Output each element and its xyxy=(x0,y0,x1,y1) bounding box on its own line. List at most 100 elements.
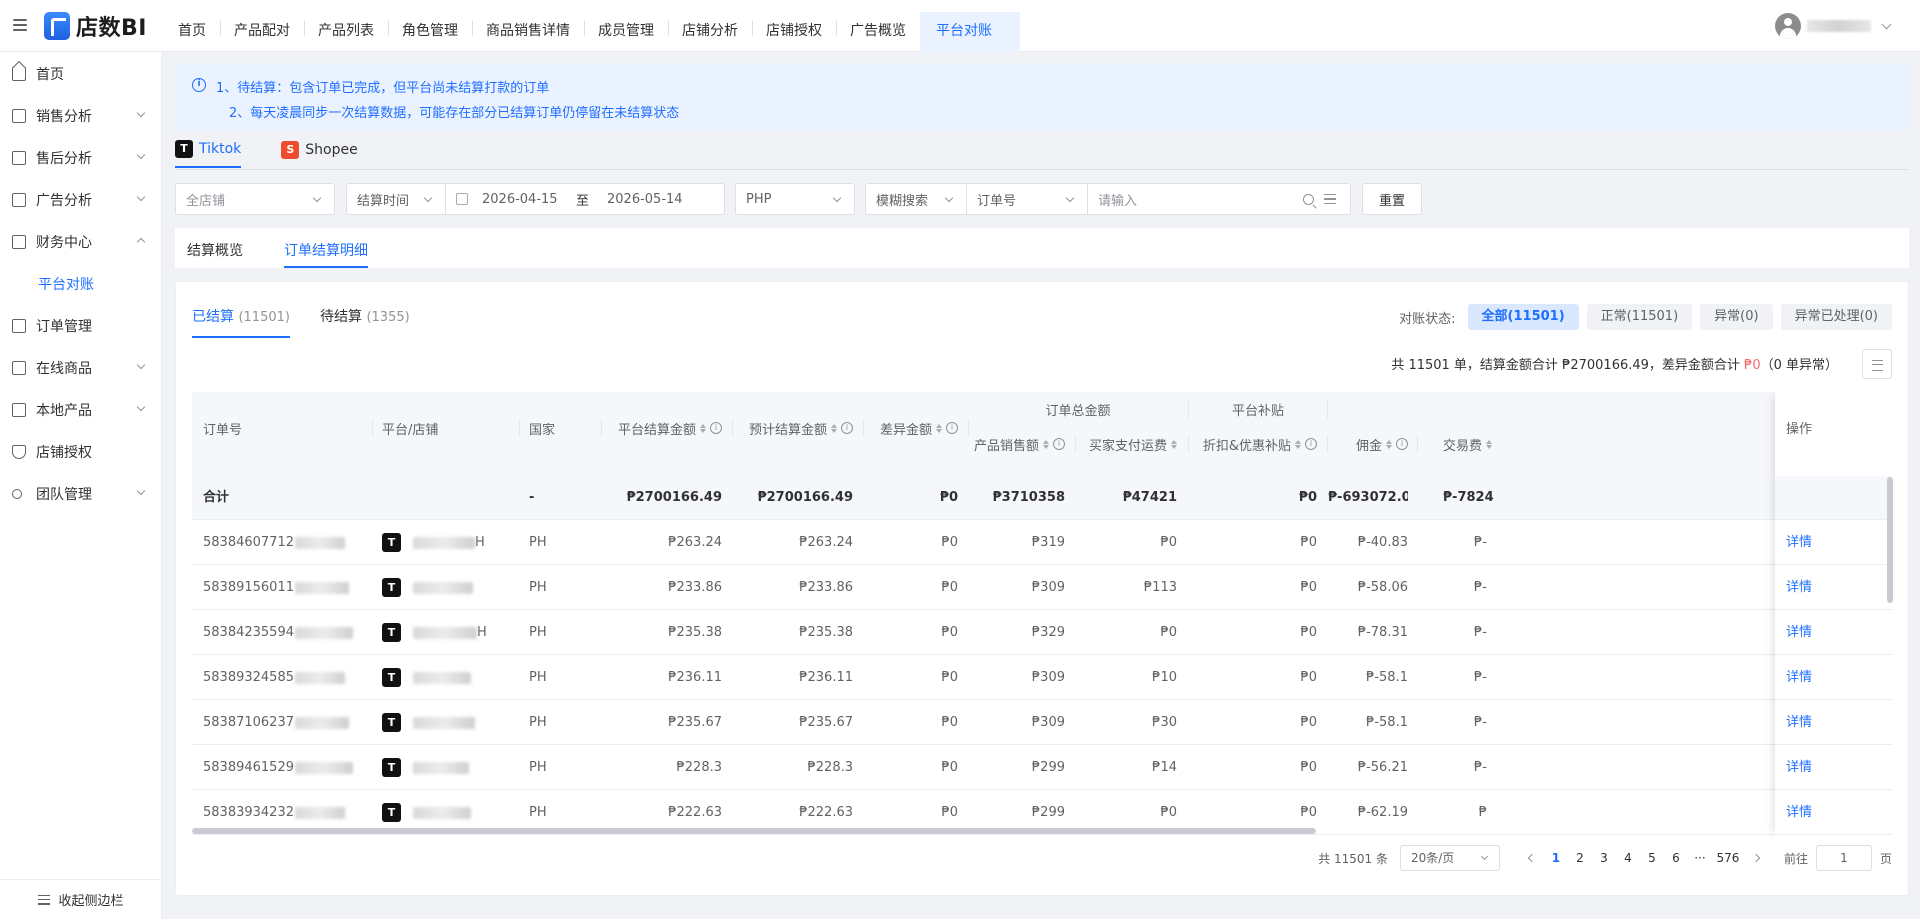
vertical-scrollbar[interactable] xyxy=(1887,477,1893,603)
tab-tiktok[interactable]: T Tiktok xyxy=(175,140,242,168)
page-3[interactable]: 3 xyxy=(1592,845,1616,871)
goto-page-input[interactable]: 1 xyxy=(1815,845,1872,871)
date-range-picker[interactable]: 2026-04-15 至 2026-05-14 xyxy=(445,183,725,215)
menu-toggle-icon[interactable] xyxy=(12,17,28,33)
detail-link[interactable]: 详情 xyxy=(1786,715,1812,730)
sidebar-item-after-sales[interactable]: 售后分析 xyxy=(0,137,162,179)
order-no-cell[interactable]: 58387106237 xyxy=(203,700,363,745)
detail-link[interactable]: 详情 xyxy=(1786,535,1812,550)
sidebar-item-order-management[interactable]: 订单管理 xyxy=(0,305,162,347)
sidebar-item-local-products[interactable]: 本地产品 xyxy=(0,389,162,431)
order-no-cell[interactable]: 58389324585 xyxy=(203,655,363,700)
prev-page-button[interactable] xyxy=(1520,845,1544,871)
reset-button[interactable]: 重置 xyxy=(1362,183,1422,215)
th-diff[interactable]: 差异金额 i xyxy=(864,418,958,438)
sidebar-item-online-products[interactable]: 在线商品 xyxy=(0,347,162,389)
th-transaction-fee[interactable]: 交易费 xyxy=(1443,434,1492,454)
top-nav-ad-overview[interactable]: 广告概览 xyxy=(836,12,920,52)
sidebar-subitem-platform-reconciliation[interactable]: 平台对账 xyxy=(0,263,162,305)
store-select[interactable]: 全店铺 xyxy=(175,183,335,215)
tab-shopee[interactable]: S Shopee xyxy=(281,140,358,168)
search-input[interactable]: 请输入 xyxy=(1087,183,1351,215)
sidebar-item-finance-center[interactable]: 财务中心 xyxy=(0,221,162,263)
discount-subsidy-cell: ₱0 xyxy=(1300,760,1317,775)
page-last[interactable]: 576 xyxy=(1712,845,1744,871)
country-cell: PH xyxy=(529,535,547,550)
horizontal-scrollbar[interactable] xyxy=(192,828,1316,834)
top-nav-product-pairing[interactable]: 产品配对 xyxy=(220,12,304,52)
page-6[interactable]: 6 xyxy=(1664,845,1688,871)
order-no-cell[interactable]: 58389156011 xyxy=(203,565,363,610)
order-no-cell[interactable]: 58384607712 xyxy=(203,520,363,565)
page-1[interactable]: 1 xyxy=(1544,845,1568,871)
diff-cell: ₱0 xyxy=(941,760,958,775)
sidebar-item-label: 售后分析 xyxy=(36,151,92,167)
top-nav-store-authorization[interactable]: 店铺授权 xyxy=(752,12,836,52)
order-no-cell[interactable]: 58389461529 xyxy=(203,745,363,790)
recon-chip-abnormal[interactable]: 异常(0) xyxy=(1700,304,1773,330)
search-icon[interactable] xyxy=(1303,194,1314,205)
brand-logo[interactable]: 店数BI xyxy=(44,11,147,41)
tab-settled[interactable]: 已结算 (11501) xyxy=(192,306,290,338)
order-no-redacted xyxy=(294,671,345,684)
recon-chip-all[interactable]: 全部(11501) xyxy=(1467,304,1579,330)
summary-diff: ₱0 xyxy=(1744,358,1761,373)
batch-input-icon[interactable] xyxy=(1324,194,1336,204)
top-nav-role-management[interactable]: 角色管理 xyxy=(388,12,472,52)
page-4[interactable]: 4 xyxy=(1616,845,1640,871)
product-sales-cell: ₱309 xyxy=(1031,580,1065,595)
next-page-button[interactable] xyxy=(1744,845,1768,871)
top-nav-store-analysis[interactable]: 店铺分析 xyxy=(668,12,752,52)
search-field-select[interactable]: 订单号 xyxy=(966,183,1088,215)
user-menu[interactable] xyxy=(1775,13,1892,39)
detail-link[interactable]: 详情 xyxy=(1786,625,1812,640)
platform-store-cell: TH xyxy=(382,610,512,655)
sidebar-item-ad-analysis[interactable]: 广告分析 xyxy=(0,179,162,221)
column-settings-icon[interactable] xyxy=(1862,349,1892,379)
sidebar-item-team-management[interactable]: 团队管理 xyxy=(0,473,162,515)
page-size-select[interactable]: 20条/页 xyxy=(1399,845,1500,871)
sidebar-item-store-authorization[interactable]: 店铺授权 xyxy=(0,431,162,473)
tab-settlement-overview[interactable]: 结算概览 xyxy=(187,228,243,268)
th-discount-subsidy[interactable]: 折扣&优惠补贴 i xyxy=(1189,434,1317,454)
detail-link[interactable]: 详情 xyxy=(1786,670,1812,685)
th-expected-settle[interactable]: 预计结算金额 i xyxy=(733,418,853,438)
sidebar-item-sales-analysis[interactable]: 销售分析 xyxy=(0,95,162,137)
total-expected-settle: ₱2700166.49 xyxy=(757,490,853,505)
store-name-tail: H xyxy=(475,535,485,550)
recon-chip-abnormal-handled[interactable]: 异常已处理(0) xyxy=(1780,304,1892,330)
top-nav-product-list[interactable]: 产品列表 xyxy=(304,12,388,52)
time-type-select[interactable]: 结算时间 xyxy=(346,183,446,215)
top-nav-platform-reconciliation[interactable]: 平台对账 xyxy=(920,12,1020,52)
detail-link[interactable]: 详情 xyxy=(1786,580,1812,595)
th-commission[interactable]: 佣金 i xyxy=(1328,434,1408,454)
th-product-sales[interactable]: 产品销售额 i xyxy=(969,434,1065,454)
top-nav-home[interactable]: 首页 xyxy=(164,12,220,52)
currency-select[interactable]: PHP xyxy=(735,183,855,215)
detail-link[interactable]: 详情 xyxy=(1786,760,1812,775)
action-cell: 详情 xyxy=(1775,610,1892,655)
tab-pending[interactable]: 待结算 (1355) xyxy=(320,306,410,338)
collapse-sidebar-button[interactable]: 收起侧边栏 xyxy=(0,879,162,919)
sidebar-item-home[interactable]: 首页 xyxy=(0,53,162,95)
order-no-cell[interactable]: 58384235594 xyxy=(203,610,363,655)
th-platform-settle[interactable]: 平台结算金额 i xyxy=(602,418,722,438)
search-mode-select[interactable]: 模糊搜索 xyxy=(865,183,967,215)
expected-settle-cell: ₱263.24 xyxy=(799,535,853,550)
transaction-fee-cell: ₱- xyxy=(1474,715,1487,730)
detail-link[interactable]: 详情 xyxy=(1786,805,1812,820)
expected-settle-cell: ₱235.38 xyxy=(799,625,853,640)
th-buyer-shipping[interactable]: 买家支付运费 xyxy=(1076,434,1177,454)
order-no-prefix: 58384235594 xyxy=(203,625,294,640)
sort-icon xyxy=(1043,440,1049,449)
page-5[interactable]: 5 xyxy=(1640,845,1664,871)
tab-order-settlement-detail[interactable]: 订单结算明细 xyxy=(284,228,368,268)
th-country: 国家 xyxy=(529,422,556,438)
page-more[interactable]: ··· xyxy=(1688,845,1712,871)
recon-chip-normal[interactable]: 正常(11501) xyxy=(1586,304,1693,330)
info-icon: i xyxy=(1396,438,1408,450)
table-row: 58389324585 T PH ₱236.11 ₱236.11 ₱0 ₱309 ₱10 ₱0 ₱… xyxy=(192,655,1892,700)
top-nav-member-management[interactable]: 成员管理 xyxy=(584,12,668,52)
top-nav-product-sales-detail[interactable]: 商品销售详情 xyxy=(472,12,584,52)
page-2[interactable]: 2 xyxy=(1568,845,1592,871)
